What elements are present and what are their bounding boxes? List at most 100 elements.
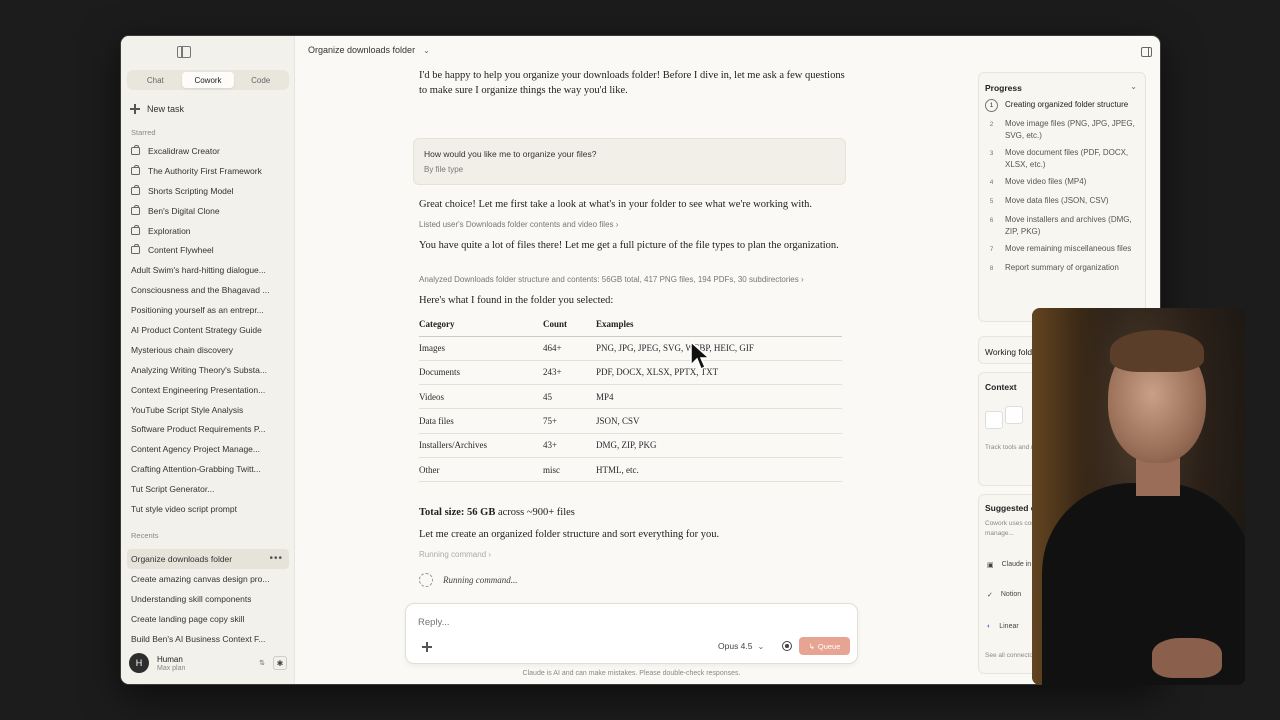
- column-header: Category: [419, 312, 543, 337]
- recents-list: Organize downloads folder ••• Create amaz…: [127, 549, 289, 648]
- queue-button[interactable]: ↳ Queue: [799, 637, 850, 655]
- user-name: Human: [157, 654, 183, 664]
- assistant-message: Here's what I found in the folder you se…: [419, 295, 614, 306]
- conversation-title-menu[interactable]: Organize downloads folder ⌄: [308, 45, 430, 55]
- chevron-right-icon: ›: [615, 220, 619, 229]
- question-text: How would you like me to organize your f…: [424, 149, 597, 159]
- starred-item[interactable]: Tut Script Generator...: [127, 479, 289, 499]
- starred-item[interactable]: Content Agency Project Manage...: [127, 439, 289, 459]
- tab-code[interactable]: Code: [234, 72, 287, 88]
- bag-icon: [131, 164, 140, 175]
- chevron-down-icon: ⌄: [757, 641, 765, 651]
- table-row: Videos 45 MP4: [419, 384, 842, 410]
- attach-plus-icon[interactable]: [422, 642, 432, 652]
- assistant-message: I'd be happy to help you organize your d…: [419, 70, 845, 96]
- bag-icon: [131, 144, 140, 155]
- starred-item[interactable]: Tut style video script prompt: [127, 499, 289, 519]
- model-selector[interactable]: Opus 4.5 ⌄: [718, 641, 764, 651]
- presenter-hands: [1152, 638, 1222, 678]
- table-row: Documents 243+ PDF, DOCX, XLSX, PPTX, TXT: [419, 360, 842, 386]
- table-row: Installers/Archives 43+ DMG, ZIP, PKG: [419, 433, 842, 458]
- chevron-updown-icon[interactable]: ⇅: [259, 659, 265, 667]
- progress-step: 2 Move image files (PNG, JPG, JPEG, SVG, …: [989, 119, 1135, 140]
- linear-icon: ◐: [987, 623, 992, 630]
- starred-item[interactable]: AI Product Content Strategy Guide: [127, 320, 289, 340]
- record-icon[interactable]: [782, 641, 792, 651]
- reply-input[interactable]: [418, 617, 718, 628]
- presenter-hair: [1110, 330, 1204, 372]
- progress-step: 6 Move installers and archives (DMG, ZIP,…: [989, 215, 1132, 236]
- progress-step: 1 Creating organized folder structure: [985, 99, 1141, 112]
- avatar: H: [129, 653, 149, 673]
- tool-call-running[interactable]: Running command ›: [419, 550, 491, 559]
- starred-item[interactable]: Mysterious chain discovery: [127, 340, 289, 360]
- sidebar: Chat Cowork Code New task Starred Excali…: [121, 36, 295, 684]
- starred-item[interactable]: Consciousness and the Bhagavad ...: [127, 280, 289, 300]
- user-menu[interactable]: H Human Max plan ⇅ ✱: [129, 650, 287, 676]
- starred-item[interactable]: Shorts Scripting Model: [127, 181, 289, 201]
- context-title: Context: [985, 382, 1017, 392]
- starred-item[interactable]: Crafting Attention-Grabbing Twitt...: [127, 459, 289, 479]
- starred-item[interactable]: Excalidraw Creator: [127, 141, 289, 161]
- connector-item[interactable]: ◐ Linear: [987, 623, 1019, 630]
- progress-step: 3 Move document files (PDF, DOCX, XLSX, e…: [989, 148, 1129, 169]
- file-placeholder-icon: [985, 411, 1003, 429]
- browser-icon: ▣: [987, 562, 994, 569]
- assistant-message: You have quite a lot of files there! Let…: [419, 240, 839, 251]
- starred-item[interactable]: Context Engineering Presentation...: [127, 380, 289, 400]
- tool-call-summary[interactable]: Analyzed Downloads folder structure and …: [419, 275, 804, 284]
- chevron-down-icon: ⌄: [423, 45, 430, 55]
- bug-icon[interactable]: ✱: [273, 656, 287, 670]
- starred-item[interactable]: YouTube Script Style Analysis: [127, 400, 289, 420]
- panel-toggle-icon[interactable]: [1141, 47, 1152, 57]
- assistant-message: Let me create an organized folder struct…: [419, 529, 720, 540]
- webcam-overlay: [1032, 308, 1245, 685]
- page-title: Organize downloads folder: [308, 45, 416, 55]
- starred-item[interactable]: Positioning yourself as an entrepr...: [127, 300, 289, 320]
- recent-item-active[interactable]: Organize downloads folder •••: [127, 549, 289, 569]
- file-types-table: Category Count Examples Images 464+ PNG, J…: [419, 312, 842, 483]
- recents-heading: Recents: [131, 531, 159, 540]
- file-placeholder-icon: [1005, 406, 1023, 424]
- progress-title: Progress: [985, 83, 1022, 93]
- starred-item[interactable]: Analyzing Writing Theory's Substa...: [127, 360, 289, 380]
- tab-cowork[interactable]: Cowork: [181, 72, 235, 88]
- starred-item[interactable]: Content Flywheel: [127, 240, 289, 260]
- check-icon: ✓: [987, 592, 993, 599]
- tab-chat[interactable]: Chat: [129, 72, 182, 88]
- starred-item[interactable]: Exploration: [127, 221, 289, 241]
- table-row: Images 464+ PNG, JPG, JPEG, SVG, WEBP, HEI…: [419, 336, 842, 361]
- starred-item[interactable]: Software Product Requirements P...: [127, 419, 289, 439]
- new-task-label: New task: [147, 104, 185, 114]
- sidebar-toggle-icon[interactable]: [177, 46, 191, 58]
- recent-item[interactable]: Build Ben's AI Business Context F...: [127, 629, 289, 649]
- assistant-message: Great choice! Let me first take a look a…: [419, 199, 813, 210]
- connector-item[interactable]: ✓ Notion: [987, 591, 1021, 599]
- progress-step: 7 Move remaining miscellaneous files: [989, 244, 1132, 253]
- total-size-line: Total size: 56 GB across ~900+ files: [419, 507, 575, 518]
- spinner-icon: [419, 573, 433, 587]
- chevron-right-icon: ›: [801, 275, 804, 284]
- new-task-button[interactable]: New task: [130, 104, 184, 114]
- progress-steps: 1 Creating organized folder structure 2 Mo…: [985, 99, 1141, 281]
- column-header: Count: [543, 312, 596, 337]
- tool-call-summary[interactable]: Listed user's Downloads folder contents …: [419, 220, 618, 229]
- starred-item[interactable]: Adult Swim's hard-hitting dialogue...: [127, 260, 289, 280]
- recent-item[interactable]: Create amazing canvas design pro...: [127, 569, 289, 589]
- progress-card: Progress ⌄ 1 Creating organized folder st…: [978, 72, 1146, 322]
- disclaimer: Claude is AI and can make mistakes. Plea…: [522, 670, 741, 677]
- recent-item[interactable]: Create landing page copy skill: [127, 609, 289, 629]
- starred-heading: Starred: [131, 128, 156, 137]
- more-options-icon[interactable]: •••: [269, 553, 283, 564]
- answer-text: By file type: [424, 165, 464, 174]
- chevron-down-icon[interactable]: ⌄: [1130, 82, 1137, 91]
- recent-item[interactable]: Understanding skill components: [127, 589, 289, 609]
- starred-list: Excalidraw Creator The Authority First F…: [127, 141, 289, 519]
- see-all-link[interactable]: See all connectors: [985, 651, 1038, 661]
- column-header: Examples: [596, 312, 842, 337]
- starred-item[interactable]: The Authority First Framework: [127, 161, 289, 181]
- main-panel: Organize downloads folder ⌄ I'd be happy…: [295, 36, 968, 684]
- starred-item[interactable]: Ben's Digital Clone: [127, 201, 289, 221]
- user-plan: Max plan: [157, 664, 186, 672]
- bag-icon: [131, 184, 140, 195]
